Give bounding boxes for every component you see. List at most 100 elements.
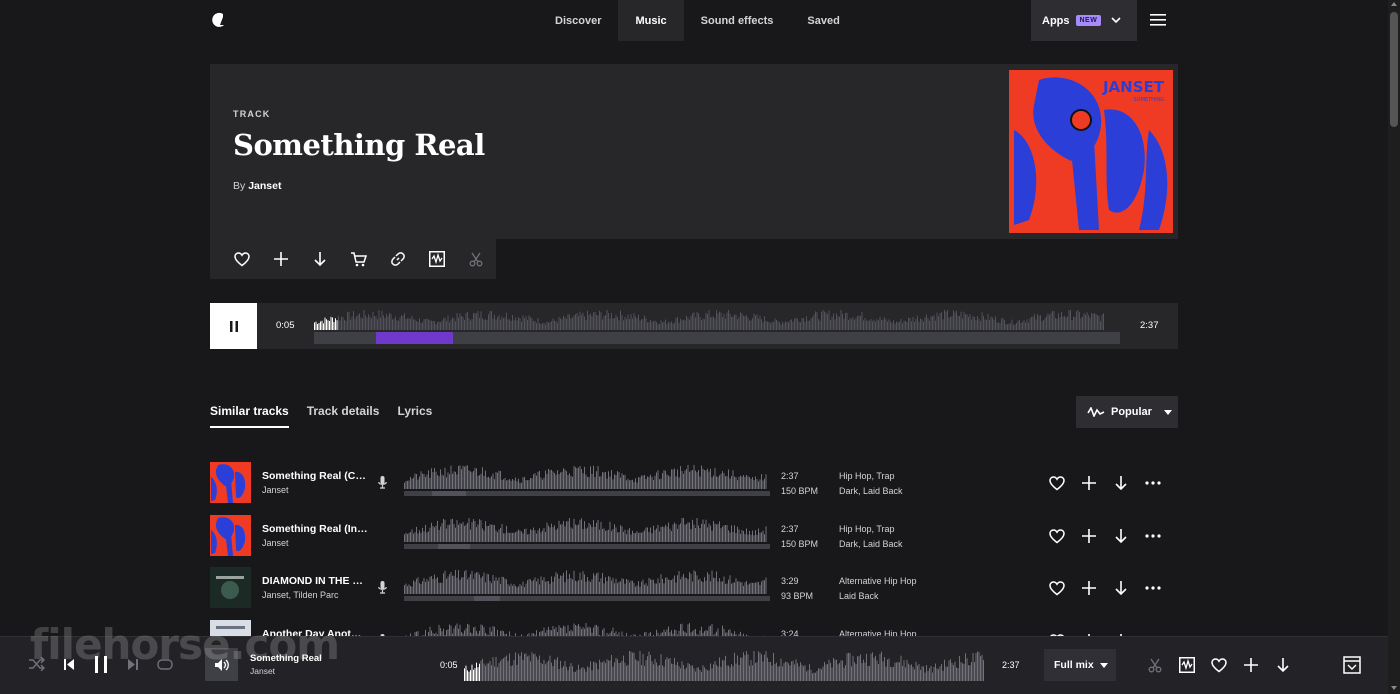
heart-icon[interactable] (222, 239, 261, 279)
nav-tab-music[interactable]: Music (618, 0, 684, 41)
scissors-icon[interactable] (457, 239, 496, 279)
wave-sort-icon (1087, 407, 1105, 417)
genre-tag[interactable]: Hip Hop (839, 524, 872, 534)
genre-tag[interactable]: Trap (876, 471, 894, 481)
add-icon[interactable] (261, 239, 300, 279)
track-row[interactable]: DIAMOND IN THE … Janset, Tilden Parc 3:29 9… (210, 567, 1178, 609)
heart-icon[interactable] (1210, 655, 1228, 675)
logo-icon[interactable] (210, 11, 226, 29)
scrollbar[interactable] (1388, 0, 1400, 694)
heart-icon[interactable] (1048, 579, 1066, 597)
heart-icon[interactable] (1048, 527, 1066, 545)
segment-bar[interactable] (314, 332, 1120, 344)
genre-tag[interactable]: Trap (876, 524, 894, 534)
bottom-waveform[interactable] (464, 651, 988, 681)
add-icon[interactable] (1242, 655, 1260, 675)
more-icon[interactable] (1144, 474, 1162, 492)
more-icon[interactable] (1144, 527, 1162, 545)
track-genres: Hip Hop, Trap (839, 471, 895, 481)
track-row[interactable]: Something Real (C… Janset 2:37 150 BPM Hip H… (210, 462, 1178, 504)
main-player: 0:05 2:37 (210, 303, 1178, 349)
genre-tag[interactable]: Hip Hop (839, 471, 872, 481)
mood-tag[interactable]: Dark (839, 486, 858, 496)
waveform-icon[interactable] (418, 239, 457, 279)
mood-tag[interactable]: Laid Back (863, 539, 903, 549)
track-thumbnail[interactable] (210, 567, 251, 608)
nav-tabs: Discover Music Sound effects Saved (538, 0, 857, 41)
bottom-actions (1146, 655, 1292, 675)
tab-similar-tracks[interactable]: Similar tracks (210, 404, 289, 428)
add-icon[interactable] (1080, 474, 1098, 492)
track-row-actions (1048, 474, 1162, 492)
nav-tab-sound-effects[interactable]: Sound effects (684, 0, 791, 41)
pause-button[interactable] (210, 303, 257, 349)
mood-tag[interactable]: Dark (839, 539, 858, 549)
track-moods: Dark, Laid Back (839, 539, 903, 549)
heart-icon[interactable] (1048, 474, 1066, 492)
current-time: 0:05 (276, 320, 295, 331)
nav-tab-discover[interactable]: Discover (538, 0, 618, 41)
chevron-down-icon (1111, 17, 1121, 24)
track-row-actions (1048, 527, 1162, 545)
track-title: Something Real (233, 128, 485, 162)
cart-icon[interactable] (339, 239, 378, 279)
mood-tag[interactable]: Laid Back (863, 486, 903, 496)
track-row[interactable]: Something Real (Instr… Janset 2:37 150 BPM H… (210, 515, 1178, 557)
top-nav: Discover Music Sound effects Saved Apps … (0, 0, 1388, 41)
track-artist[interactable]: Janset (262, 485, 289, 495)
track-bpm: 150 BPM (781, 539, 819, 549)
sort-label: Popular (1111, 406, 1152, 418)
track-row-waveform[interactable] (404, 518, 770, 550)
tab-track-details[interactable]: Track details (307, 404, 380, 428)
album-art: JANSET SOMETHING (1009, 70, 1173, 233)
hamburger-menu-icon[interactable] (1150, 13, 1166, 27)
scroll-thumb[interactable] (1390, 12, 1398, 127)
track-moods: Laid Back (839, 591, 879, 601)
track-name[interactable]: Something Real (C… (262, 470, 372, 482)
new-badge: NEW (1075, 15, 1102, 26)
download-icon[interactable] (1274, 655, 1292, 675)
apps-label: Apps (1042, 14, 1070, 27)
download-icon[interactable] (1112, 527, 1130, 545)
track-type-label: TRACK (233, 109, 271, 119)
scissors-icon[interactable] (1146, 655, 1164, 675)
download-icon[interactable] (1112, 474, 1130, 492)
genre-tag[interactable]: Alternative Hip Hop (839, 576, 917, 586)
artist-link[interactable]: Janset (248, 180, 281, 192)
waveform-icon[interactable] (1178, 655, 1196, 675)
track-row-waveform[interactable] (404, 570, 770, 602)
apps-menu-button[interactable]: Apps NEW (1031, 0, 1137, 41)
track-row-waveform[interactable] (404, 465, 770, 497)
track-artist[interactable]: Janset, Tilden Parc (262, 590, 339, 600)
track-name[interactable]: DIAMOND IN THE … (262, 575, 372, 587)
link-icon[interactable] (379, 239, 418, 279)
track-thumbnail[interactable] (210, 462, 251, 503)
content-tabs: Similar tracks Track details Lyrics (210, 404, 432, 428)
album-cover: JANSET SOMETHING (1009, 70, 1173, 233)
add-icon[interactable] (1080, 579, 1098, 597)
bottom-current-time: 0:05 (440, 660, 458, 670)
track-waveform[interactable] (314, 310, 1120, 330)
by-prefix: By (233, 180, 246, 192)
track-bpm: 150 BPM (781, 486, 819, 496)
scroll-up-arrow[interactable] (1391, 2, 1397, 6)
cover-title-text: JANSET (1102, 78, 1165, 96)
more-icon[interactable] (1144, 579, 1162, 597)
caret-down-icon (1163, 409, 1172, 415)
mood-tag[interactable]: Laid Back (839, 591, 879, 601)
add-icon[interactable] (1080, 527, 1098, 545)
cover-subtitle-text: SOMETHING (1134, 97, 1165, 103)
download-icon[interactable] (300, 239, 339, 279)
expand-player-icon[interactable] (1343, 656, 1361, 674)
track-moods: Dark, Laid Back (839, 486, 903, 496)
download-icon[interactable] (1112, 579, 1130, 597)
track-artist[interactable]: Janset (262, 538, 289, 548)
caret-down-icon (1099, 662, 1108, 668)
nav-tab-saved[interactable]: Saved (790, 0, 856, 41)
mix-dropdown[interactable]: Full mix (1044, 649, 1116, 681)
track-thumbnail[interactable] (210, 515, 251, 556)
tab-lyrics[interactable]: Lyrics (397, 404, 432, 428)
scroll-down-arrow[interactable] (1391, 686, 1397, 690)
track-name[interactable]: Something Real (Instr… (262, 523, 372, 535)
sort-dropdown[interactable]: Popular (1076, 396, 1178, 428)
